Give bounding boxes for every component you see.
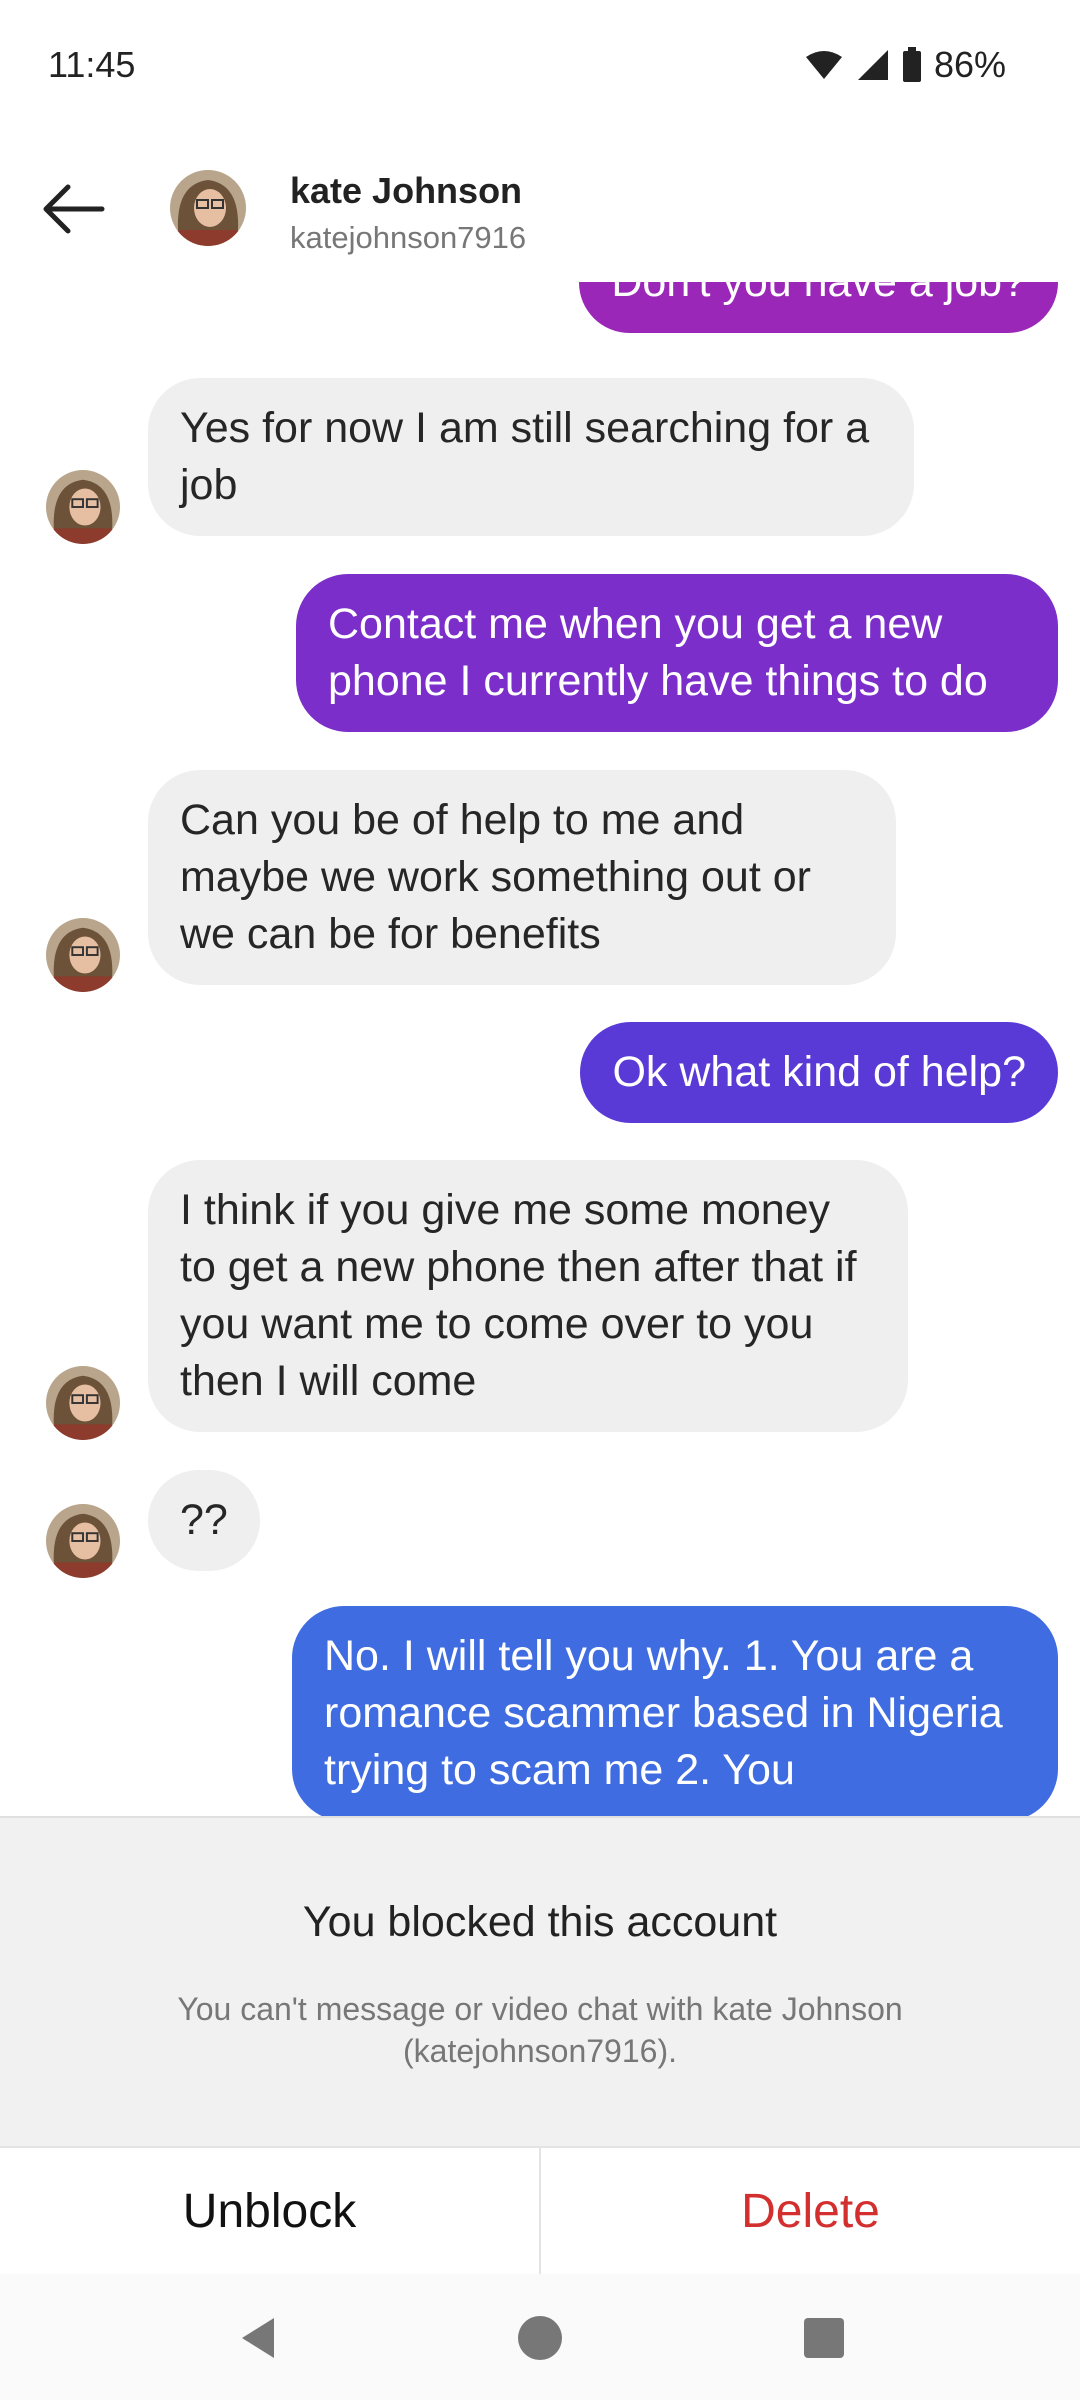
message-sent[interactable]: Ok what kind of help? (580, 1022, 1058, 1123)
avatar (46, 470, 120, 544)
back-arrow-icon[interactable] (40, 184, 106, 234)
message-received[interactable]: I think if you give me some money to get… (148, 1160, 908, 1432)
nav-recents-icon[interactable] (796, 2310, 852, 2366)
avatar (46, 918, 120, 992)
signal-icon (857, 50, 888, 80)
nav-home-icon[interactable] (512, 2310, 568, 2366)
message-received[interactable]: Yes for now I am still searching for a j… (148, 378, 914, 536)
battery-level: 86% (933, 44, 1006, 85)
contact-username[interactable]: katejohnson7916 (290, 220, 526, 256)
wifi-icon (805, 51, 842, 79)
avatar (46, 1366, 120, 1440)
nav-back-icon[interactable] (230, 2310, 286, 2366)
system-nav-bar (0, 2274, 1080, 2400)
delete-button[interactable]: Delete (541, 2148, 1080, 2274)
contact-name[interactable]: kate Johnson (290, 170, 522, 212)
avatar (46, 1504, 120, 1578)
message-sent[interactable]: Contact me when you get a new phone I cu… (296, 574, 1058, 732)
status-bar: 11:45 86% (0, 0, 1080, 132)
conversation-header: kate Johnson katejohnson7916 (0, 132, 1080, 282)
battery-icon (902, 47, 921, 82)
blocked-title: You blocked this account (302, 1898, 778, 1946)
blocked-notice: You blocked this account You can't messa… (0, 1816, 1080, 2146)
avatar[interactable] (170, 170, 246, 246)
blocked-subtitle: You can't message or video chat with kat… (177, 1991, 903, 2069)
unblock-button[interactable]: Unblock (0, 2148, 541, 2274)
message-list[interactable]: Don't you have a job? Yes for now I am s… (0, 282, 1080, 1816)
message-received[interactable]: ?? (148, 1470, 260, 1571)
message-received[interactable]: Can you be of help to me and maybe we wo… (148, 770, 896, 985)
message-sent[interactable]: No. I will tell you why. 1. You are a ro… (292, 1606, 1058, 1816)
status-time: 11:45 (48, 44, 136, 85)
message-sent[interactable]: Don't you have a job? (579, 282, 1058, 333)
status-icons: 86% (804, 44, 1006, 86)
blocked-actions: Unblock Delete (0, 2146, 1080, 2274)
